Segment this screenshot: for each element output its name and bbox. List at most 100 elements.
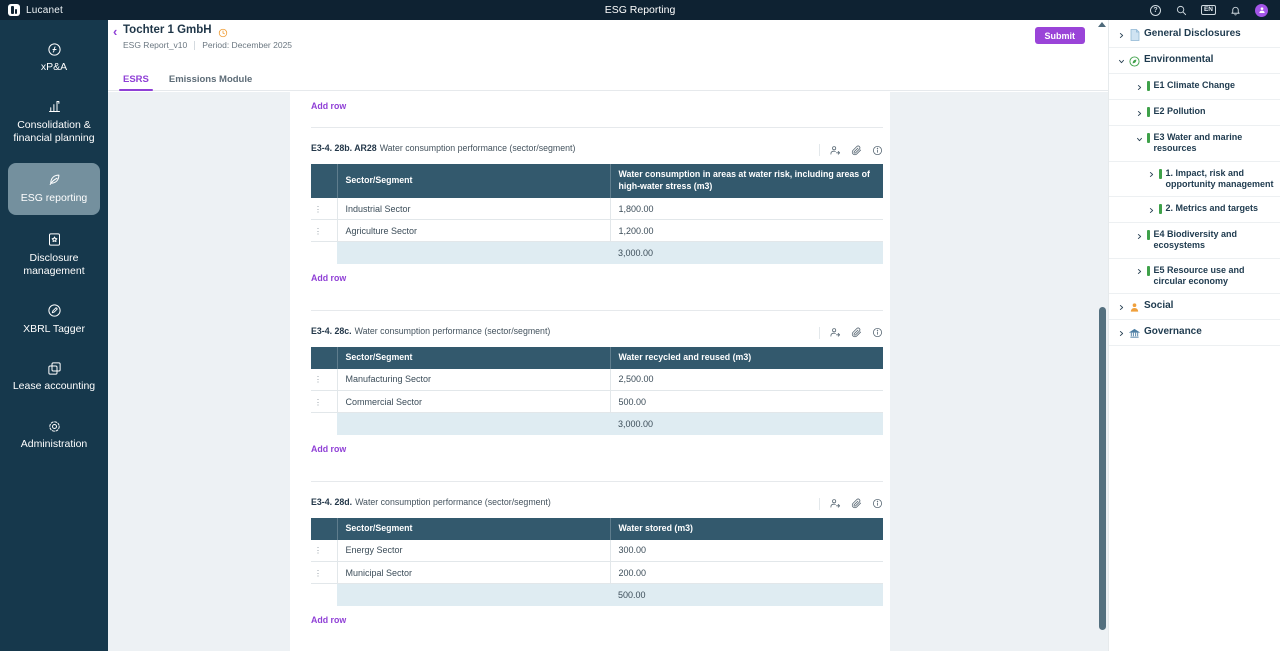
bar-chart-icon [47, 99, 62, 115]
tree-item-e2-pollution[interactable]: E2 Pollution [1109, 100, 1280, 126]
assign-user-icon[interactable] [829, 327, 841, 339]
value-cell[interactable]: 200.00 [610, 562, 883, 584]
section-title: E3-4. 28b. AR28Water consumption perform… [311, 143, 585, 155]
report-header: ‹ Tochter 1 GmbH ESG Report_v10 Period: … [108, 20, 1108, 71]
table-row: ⋮ Manufacturing Sector 2,500.00 [311, 369, 883, 391]
total-row: 3,000.00 [311, 413, 883, 435]
tree-item-e3-water-marine[interactable]: E3 Water and marine resources [1109, 126, 1280, 162]
tree-item-governance[interactable]: Governance [1109, 320, 1280, 346]
assign-user-icon[interactable] [829, 144, 841, 156]
sidebar-item-esg-reporting[interactable]: ESG reporting [8, 163, 100, 215]
drag-handle[interactable]: ⋮ [314, 375, 322, 384]
chevron-right-icon[interactable] [1147, 204, 1155, 216]
assign-user-icon[interactable] [829, 498, 841, 510]
topic-bar-icon [1147, 81, 1150, 91]
topic-bar-icon [1147, 133, 1150, 143]
sidebar-item-consolidation[interactable]: Consolidation & financial planning [4, 92, 104, 153]
info-icon[interactable] [871, 498, 883, 510]
sector-cell[interactable]: Agriculture Sector [337, 220, 610, 242]
vertical-scrollbar[interactable] [1098, 22, 1106, 651]
document-star-icon [47, 232, 62, 248]
search-icon[interactable] [1175, 4, 1188, 17]
chevron-right-icon[interactable] [1117, 327, 1125, 339]
report-period: Period: December 2025 [202, 40, 292, 50]
language-selector[interactable]: EN [1201, 5, 1216, 16]
chevron-down-icon[interactable] [1135, 133, 1143, 145]
add-row-link[interactable]: Add row [311, 101, 346, 111]
value-cell[interactable]: 500.00 [610, 391, 883, 413]
value-cell[interactable]: 1,800.00 [610, 198, 883, 220]
section-e3-4-28b: E3-4. 28b. AR28Water consumption perform… [311, 128, 883, 310]
attachment-icon[interactable] [850, 327, 862, 339]
governance-bank-icon [1129, 327, 1140, 339]
total-label-cell [337, 413, 610, 435]
brand-logo[interactable]: Lucanet [0, 4, 63, 16]
tab-emissions-module[interactable]: Emissions Module [159, 71, 262, 90]
tree-item-general-disclosures[interactable]: General Disclosures [1109, 22, 1280, 48]
sector-cell[interactable]: Manufacturing Sector [337, 369, 610, 391]
tree-item-e4-biodiversity[interactable]: E4 Biodiversity and ecosystems [1109, 223, 1280, 259]
chevron-right-icon[interactable] [1117, 301, 1125, 313]
form-scroll-area[interactable]: Add row E3-4. 28b. AR28Water consumption… [108, 92, 1108, 651]
sector-cell[interactable]: Energy Sector [337, 540, 610, 562]
chevron-right-icon[interactable] [1135, 266, 1143, 278]
sidebar-item-xpa[interactable]: xP&A [4, 34, 104, 82]
help-icon[interactable]: ? [1149, 4, 1162, 17]
drag-handle[interactable]: ⋮ [314, 205, 322, 214]
value-cell[interactable]: 2,500.00 [610, 369, 883, 391]
sidebar-item-xbrl-tagger[interactable]: XBRL Tagger [4, 296, 104, 344]
drag-handle[interactable]: ⋮ [314, 398, 322, 407]
subtitle-divider [194, 41, 195, 50]
lucanet-logo-icon [8, 4, 20, 16]
attachment-icon[interactable] [850, 144, 862, 156]
sidebar-item-disclosure-management[interactable]: Disclosure management [4, 225, 104, 286]
column-header: Sector/Segment [337, 164, 610, 198]
sector-cell[interactable]: Commercial Sector [337, 391, 610, 413]
drag-handle[interactable]: ⋮ [314, 569, 322, 578]
topic-bar-icon [1147, 266, 1150, 276]
user-avatar[interactable] [1255, 4, 1268, 17]
add-row-link[interactable]: Add row [311, 615, 346, 625]
chevron-down-icon[interactable] [1117, 55, 1125, 67]
chevron-right-icon[interactable] [1147, 169, 1155, 181]
value-cell[interactable]: 1,200.00 [610, 220, 883, 242]
tree-item-e5-resource-use[interactable]: E5 Resource use and circular economy [1109, 259, 1280, 295]
add-row-link[interactable]: Add row [311, 444, 346, 454]
scrollbar-thumb[interactable] [1099, 307, 1106, 630]
back-chevron-icon[interactable]: ‹ [113, 25, 117, 38]
tree-item-impact-risk-opportunity[interactable]: 1. Impact, risk and opportunity manageme… [1109, 162, 1280, 198]
sector-cell[interactable]: Industrial Sector [337, 198, 610, 220]
sidebar-item-administration[interactable]: Administration [4, 411, 104, 459]
sector-cell[interactable]: Municipal Sector [337, 562, 610, 584]
leaf-icon [47, 172, 62, 188]
chevron-right-icon[interactable] [1135, 107, 1143, 119]
total-label-cell [337, 242, 610, 264]
info-icon[interactable] [871, 327, 883, 339]
drag-handle[interactable]: ⋮ [314, 546, 322, 555]
info-icon[interactable] [871, 144, 883, 156]
tree-item-environmental[interactable]: Environmental [1109, 48, 1280, 74]
column-header: Sector/Segment [337, 347, 610, 369]
chevron-right-icon[interactable] [1135, 230, 1143, 242]
submit-button[interactable]: Submit [1035, 27, 1086, 44]
chevron-right-icon[interactable] [1117, 29, 1125, 41]
scroll-up-arrow[interactable] [1098, 22, 1106, 27]
bell-icon[interactable] [1229, 4, 1242, 17]
tab-bar: ESRS Emissions Module [108, 71, 1108, 91]
handle-column-header [311, 164, 337, 198]
app-title: ESG Reporting [0, 4, 1280, 16]
tab-esrs[interactable]: ESRS [113, 71, 159, 90]
report-subtitle: ESG Report_v10 Period: December 2025 [123, 40, 292, 50]
value-cell[interactable]: 300.00 [610, 540, 883, 562]
data-table: Sector/Segment Water recycled and reused… [311, 347, 883, 435]
tree-item-e1-climate-change[interactable]: E1 Climate Change [1109, 74, 1280, 100]
add-row-link[interactable]: Add row [311, 273, 346, 283]
tree-item-social[interactable]: Social [1109, 294, 1280, 320]
column-header: Sector/Segment [337, 518, 610, 540]
total-value-cell: 3,000.00 [610, 242, 883, 264]
tree-item-metrics-targets[interactable]: 2. Metrics and targets [1109, 197, 1280, 223]
chevron-right-icon[interactable] [1135, 81, 1143, 93]
attachment-icon[interactable] [850, 498, 862, 510]
sidebar-item-lease-accounting[interactable]: Lease accounting [4, 353, 104, 401]
drag-handle[interactable]: ⋮ [314, 227, 322, 236]
